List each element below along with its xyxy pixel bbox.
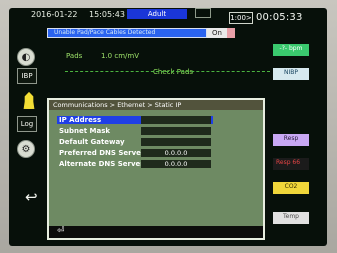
default-gateway-row[interactable]: Default Gateway [57, 138, 213, 146]
status-bar: 2016-01-22 15:05:43 Adult 1:00> 00:05:33 [9, 8, 327, 26]
alternate-dns-value[interactable]: 0.0.0.0 [141, 160, 211, 168]
preferred-dns-label: Preferred DNS Server [59, 149, 145, 157]
check-pads-text: Check Pads [153, 68, 194, 76]
circle-icon[interactable]: ◐ [17, 48, 35, 66]
elapsed-timer: 00:05:33 [256, 12, 303, 23]
subnet-mask-row[interactable]: Subnet Mask [57, 127, 213, 135]
subnet-mask-label: Subnet Mask [59, 127, 111, 135]
alternate-dns-row[interactable]: Alternate DNS Server 0.0.0.0 [57, 160, 213, 168]
alternate-dns-label: Alternate DNS Server [59, 160, 144, 168]
log-icon[interactable]: Log [17, 116, 37, 132]
device-bezel: 2016-01-22 15:05:43 Adult 1:00> 00:05:33… [0, 0, 337, 253]
dialog-footer: ⏎ [49, 226, 263, 238]
preferred-dns-row[interactable]: Preferred DNS Server 0.0.0.0 [57, 149, 213, 157]
monitor-screen: 2016-01-22 15:05:43 Adult 1:00> 00:05:33… [9, 8, 327, 246]
lead-label: Pads [66, 52, 83, 60]
ip-address-row[interactable]: IP Address [57, 116, 213, 124]
resp-tile[interactable]: Resp [273, 134, 309, 146]
nibp-tile[interactable]: NIBP [273, 68, 309, 80]
enter-arrow-icon[interactable]: ⏎ [57, 226, 67, 236]
resp-value-tile[interactable]: Resp 66 [273, 158, 309, 170]
counter-box[interactable]: 1:00> [229, 12, 253, 24]
gear-icon[interactable]: ⚙ [17, 140, 35, 158]
message-indicator [227, 28, 235, 38]
patient-type-badge[interactable]: Adult [127, 9, 187, 19]
back-arrow-icon[interactable]: ↩ [25, 188, 47, 206]
ip-address-value[interactable] [141, 116, 211, 124]
co2-tile[interactable]: CO2 [273, 182, 309, 194]
subnet-mask-value[interactable] [141, 127, 211, 135]
lead-scale: 1.0 cm/mV [101, 52, 139, 60]
dialog-breadcrumb: Communications > Ethernet > Static IP [49, 100, 263, 110]
time: 15:05:43 [89, 10, 125, 19]
hr-tile[interactable]: -?- bpm [273, 44, 309, 56]
waveform-flatline [65, 71, 270, 72]
ip-address-label: IP Address [59, 116, 102, 124]
default-gateway-value[interactable] [141, 138, 211, 146]
default-gateway-label: Default Gateway [59, 138, 125, 146]
message-bar: Unable Pad/Pace Cables Detected [47, 28, 207, 38]
static-ip-dialog: Communications > Ethernet > Static IP IP… [47, 98, 265, 240]
bell-icon[interactable] [23, 91, 35, 109]
message-status: On [207, 28, 227, 38]
preferred-dns-value[interactable]: 0.0.0.0 [141, 149, 211, 157]
temp-tile[interactable]: Temp [273, 212, 309, 224]
nibp-icon[interactable]: IBP [17, 68, 37, 84]
alarm-audio-icon[interactable] [195, 8, 211, 18]
date: 2016-01-22 [31, 10, 78, 19]
